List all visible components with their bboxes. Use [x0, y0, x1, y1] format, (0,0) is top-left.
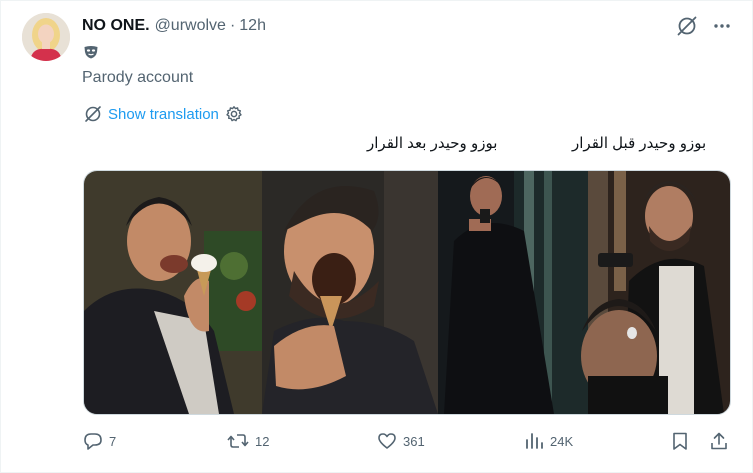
- show-translation-link[interactable]: Show translation: [108, 106, 219, 123]
- separator-dot: ·: [229, 17, 236, 34]
- ice-cream-panel-1[interactable]: [84, 171, 262, 414]
- author-handle[interactable]: @urwolve: [155, 17, 226, 35]
- views-button[interactable]: 24K: [524, 431, 573, 451]
- tweet-time[interactable]: 12h: [239, 17, 266, 35]
- tweet-card[interactable]: NO ONE. @urwolve · 12h Parody account Sh…: [0, 0, 753, 473]
- like-button[interactable]: 361: [377, 431, 425, 451]
- action-bar: 7 12 361 24K: [83, 431, 729, 455]
- more-icon[interactable]: [712, 16, 732, 36]
- like-count: 361: [403, 433, 425, 449]
- like-icon: [377, 431, 397, 451]
- views-icon: [524, 431, 544, 451]
- reply-icon: [83, 431, 103, 451]
- repost-count: 12: [255, 433, 270, 449]
- tweet-header: NO ONE. @urwolve · 12h: [82, 15, 266, 37]
- tweet-media[interactable]: [83, 170, 731, 415]
- avatar[interactable]: [22, 13, 70, 61]
- share-icon: [709, 431, 729, 451]
- settings-gear-icon[interactable]: [225, 105, 243, 123]
- share-button[interactable]: [709, 431, 729, 451]
- views-count: 24K: [550, 433, 574, 449]
- repost-button[interactable]: 12: [227, 431, 269, 451]
- bookmark-icon: [670, 431, 690, 451]
- parody-mask-icon: [83, 44, 99, 60]
- parody-label: Parody account: [82, 69, 194, 86]
- reply-button[interactable]: 7: [83, 431, 116, 451]
- grok-icon[interactable]: [676, 15, 698, 37]
- avatar-image: [22, 13, 70, 61]
- tweet-top-actions: [676, 15, 732, 37]
- translate-icon[interactable]: [84, 105, 102, 123]
- ice-cream-panel-2[interactable]: [262, 171, 438, 414]
- bookmark-button[interactable]: [670, 431, 690, 451]
- gun-panel-2[interactable]: [581, 171, 730, 414]
- caption-before: بوزو وحيدر قبل القرار: [572, 135, 707, 152]
- author-name[interactable]: NO ONE.: [82, 17, 150, 35]
- repost-icon: [227, 431, 249, 451]
- reply-count: 7: [109, 433, 117, 449]
- show-translation-row: Show translation: [84, 104, 243, 124]
- caption-after: بوزو وحيدر بعد القرار: [367, 135, 498, 152]
- gun-panel-1[interactable]: [438, 171, 588, 414]
